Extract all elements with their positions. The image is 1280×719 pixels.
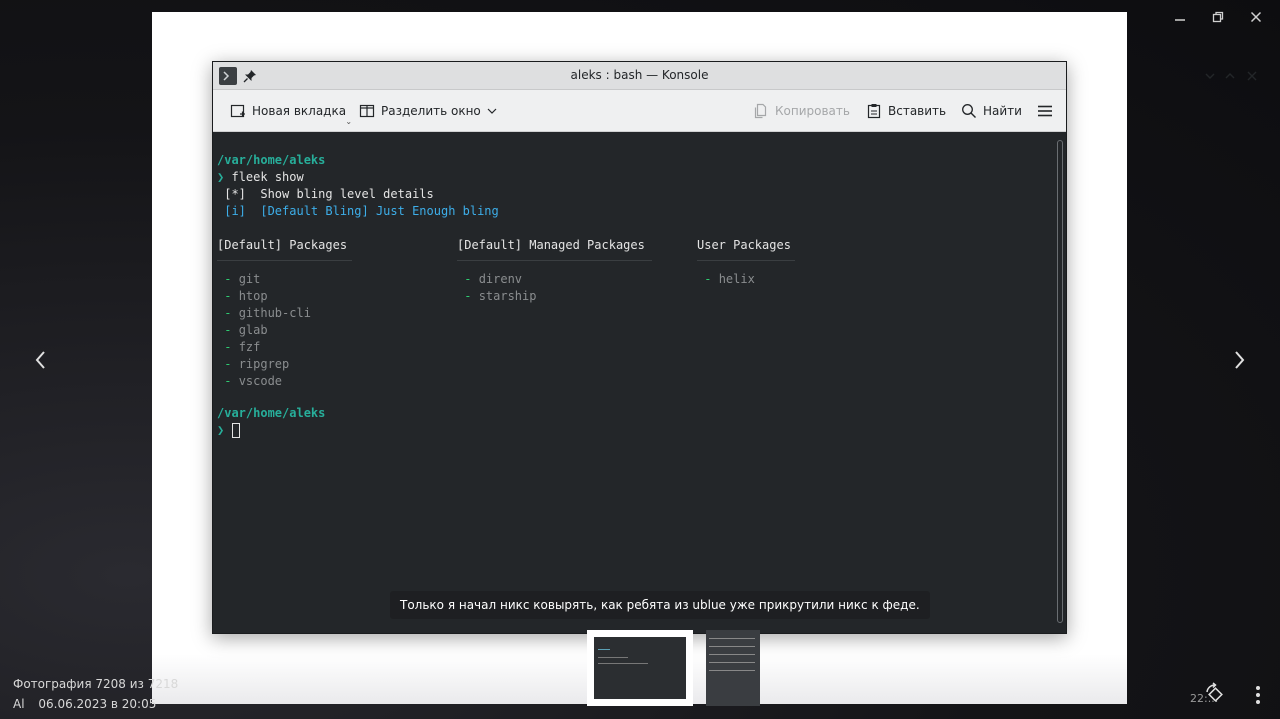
thumbnail-detail	[709, 662, 755, 663]
split-view-label: Разделить окно	[381, 104, 481, 118]
package-name: vscode	[238, 374, 283, 388]
bullet-dash: -	[217, 306, 239, 320]
bullet-dash: -	[217, 272, 239, 286]
paste-icon	[865, 102, 883, 120]
package-item: - vscode	[217, 373, 282, 390]
package-item: - starship	[457, 288, 536, 305]
package-name: github-cli	[238, 306, 311, 320]
prompt-symbol: ❯	[217, 170, 225, 184]
prompt-symbol: ❯	[217, 423, 225, 437]
new-tab-label: Новая вкладка	[252, 104, 347, 118]
package-item: - github-cli	[217, 305, 311, 322]
new-tab-icon	[229, 102, 247, 120]
package-name: helix	[718, 272, 755, 286]
prompt-line: ❯	[217, 422, 224, 439]
bullet-dash: -	[457, 289, 479, 303]
cwd-path: /var/home/aleks	[217, 153, 326, 167]
output-star-line: [*] Show bling level details	[217, 187, 434, 201]
bullet-dash: -	[697, 272, 719, 286]
hamburger-menu-button[interactable]	[1036, 100, 1059, 122]
command-line: ❯ fleek show	[217, 169, 304, 186]
chevron-down-icon	[487, 106, 497, 116]
default-packages-heading: [Default] Packages	[217, 238, 348, 252]
more-options-icon[interactable]	[1248, 684, 1268, 706]
package-item: - htop	[217, 288, 268, 305]
close-viewer-button[interactable]	[1245, 6, 1267, 28]
search-icon	[960, 102, 978, 120]
window-close-button[interactable]	[1243, 67, 1261, 85]
package-item: - helix	[697, 271, 755, 288]
find-button[interactable]: Найти	[960, 100, 1022, 122]
thumbnail-preview	[591, 634, 689, 702]
user-packages-heading: User Packages	[697, 238, 791, 252]
minimize-viewer-button[interactable]	[1169, 6, 1191, 28]
bullet-dash: -	[217, 374, 239, 388]
thumbnail-current[interactable]	[587, 630, 693, 706]
new-tab-dropdown-icon: ⌄	[345, 117, 353, 126]
package-item: - glab	[217, 322, 268, 339]
divider	[457, 260, 652, 261]
terminal-output[interactable]: /var/home/aleks ❯ fleek show [*] Show bl…	[213, 133, 1054, 633]
new-tab-button[interactable]: Новая вкладка ⌄	[229, 100, 352, 126]
output-info-line: [i] [Default Bling] Just Enough bling	[217, 204, 499, 218]
previous-photo-button[interactable]	[29, 346, 53, 374]
thumbnail-detail	[709, 654, 755, 655]
author-name: Al	[13, 697, 25, 711]
command-text: fleek show	[231, 170, 304, 184]
package-item: - git	[217, 271, 260, 288]
text-cursor	[232, 423, 240, 438]
package-name: git	[238, 272, 261, 286]
thumbnail-detail	[709, 638, 755, 639]
bullet-dash: -	[217, 357, 239, 371]
window-maximize-button[interactable]	[1221, 67, 1239, 85]
hamburger-menu-icon	[1036, 102, 1054, 120]
package-name: glab	[238, 323, 268, 337]
thumbnail-next[interactable]	[706, 630, 760, 706]
find-label: Найти	[983, 104, 1022, 118]
split-view-icon	[358, 102, 376, 120]
package-name: starship	[478, 289, 537, 303]
thumbnail-detail	[709, 646, 755, 647]
photo-counter: Фотография 7208 из 7218	[13, 677, 179, 691]
bullet-dash: -	[217, 340, 239, 354]
split-view-button[interactable]: Разделить окно	[358, 100, 497, 122]
thumbnail-detail	[598, 649, 610, 650]
package-item: - direnv	[457, 271, 522, 288]
konsole-window: aleks : bash — Konsole Новая вкладка ⌄ Р…	[212, 61, 1257, 634]
cwd-path: /var/home/aleks	[217, 406, 326, 420]
next-photo-button[interactable]	[1227, 346, 1251, 374]
konsole-toolbar: Новая вкладка ⌄ Разделить окно Копироват…	[213, 90, 1066, 132]
window-title: aleks : bash — Konsole	[570, 68, 709, 82]
thumbnail-detail	[598, 657, 628, 658]
package-item: - ripgrep	[217, 356, 289, 373]
window-titlebar: aleks : bash — Konsole	[213, 62, 1257, 90]
copy-label: Копировать	[775, 104, 850, 118]
copy-button[interactable]: Копировать	[752, 100, 850, 122]
photo-meta: Al 06.06.2023 в 20:05	[13, 697, 156, 711]
photo-date: 06.06.2023 в 20:05	[38, 697, 157, 711]
thumbnail-detail	[709, 670, 755, 671]
scrollbar-thumb[interactable]	[1057, 140, 1063, 623]
managed-packages-heading: [Default] Managed Packages	[457, 238, 645, 252]
package-name: direnv	[478, 272, 523, 286]
window-minimize-button[interactable]	[1201, 67, 1219, 85]
package-name: htop	[238, 289, 268, 303]
terminal-scrollbar[interactable]	[1054, 133, 1066, 633]
divider	[697, 260, 795, 261]
paste-label: Вставить	[888, 104, 947, 118]
rotate-button[interactable]	[1203, 682, 1227, 706]
thumbnail-detail	[598, 663, 648, 664]
photo-caption: Только я начал никс ковырять, как ребята…	[390, 591, 930, 619]
package-name: fzf	[238, 340, 261, 354]
bullet-dash: -	[217, 323, 239, 337]
bullet-dash: -	[217, 289, 239, 303]
restore-viewer-button[interactable]	[1207, 6, 1229, 28]
package-item: - fzf	[217, 339, 260, 356]
package-name: ripgrep	[238, 357, 290, 371]
divider	[217, 260, 352, 261]
copy-icon	[752, 102, 770, 120]
paste-button[interactable]: Вставить	[865, 100, 946, 122]
bullet-dash: -	[457, 272, 479, 286]
